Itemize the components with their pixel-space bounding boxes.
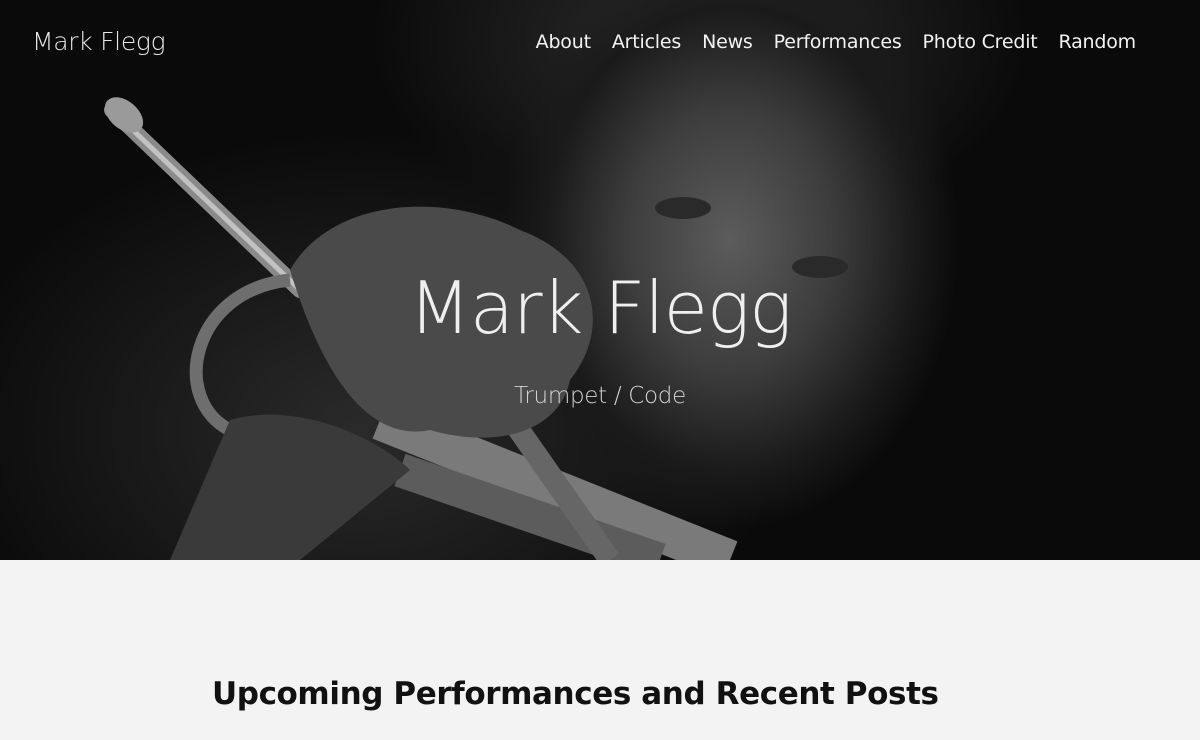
nav-random[interactable]: Random bbox=[1059, 31, 1137, 53]
nav-news[interactable]: News bbox=[702, 31, 753, 53]
nav-about[interactable]: About bbox=[536, 31, 591, 53]
nav-photo-credit[interactable]: Photo Credit bbox=[923, 31, 1038, 53]
hero-title: Mark Flegg bbox=[408, 266, 793, 350]
main-content: Upcoming Performances and Recent Posts bbox=[0, 560, 1200, 740]
hero-banner: Mark Flegg About Articles News Performan… bbox=[0, 0, 1200, 560]
hero-subtitle: Trumpet / Code bbox=[514, 383, 686, 409]
main-nav: About Articles News Performances Photo C… bbox=[536, 31, 1137, 53]
nav-articles[interactable]: Articles bbox=[612, 31, 681, 53]
nav-performances[interactable]: Performances bbox=[774, 31, 902, 53]
site-logo[interactable]: Mark Flegg bbox=[32, 27, 166, 56]
section-heading: Upcoming Performances and Recent Posts bbox=[212, 676, 939, 712]
